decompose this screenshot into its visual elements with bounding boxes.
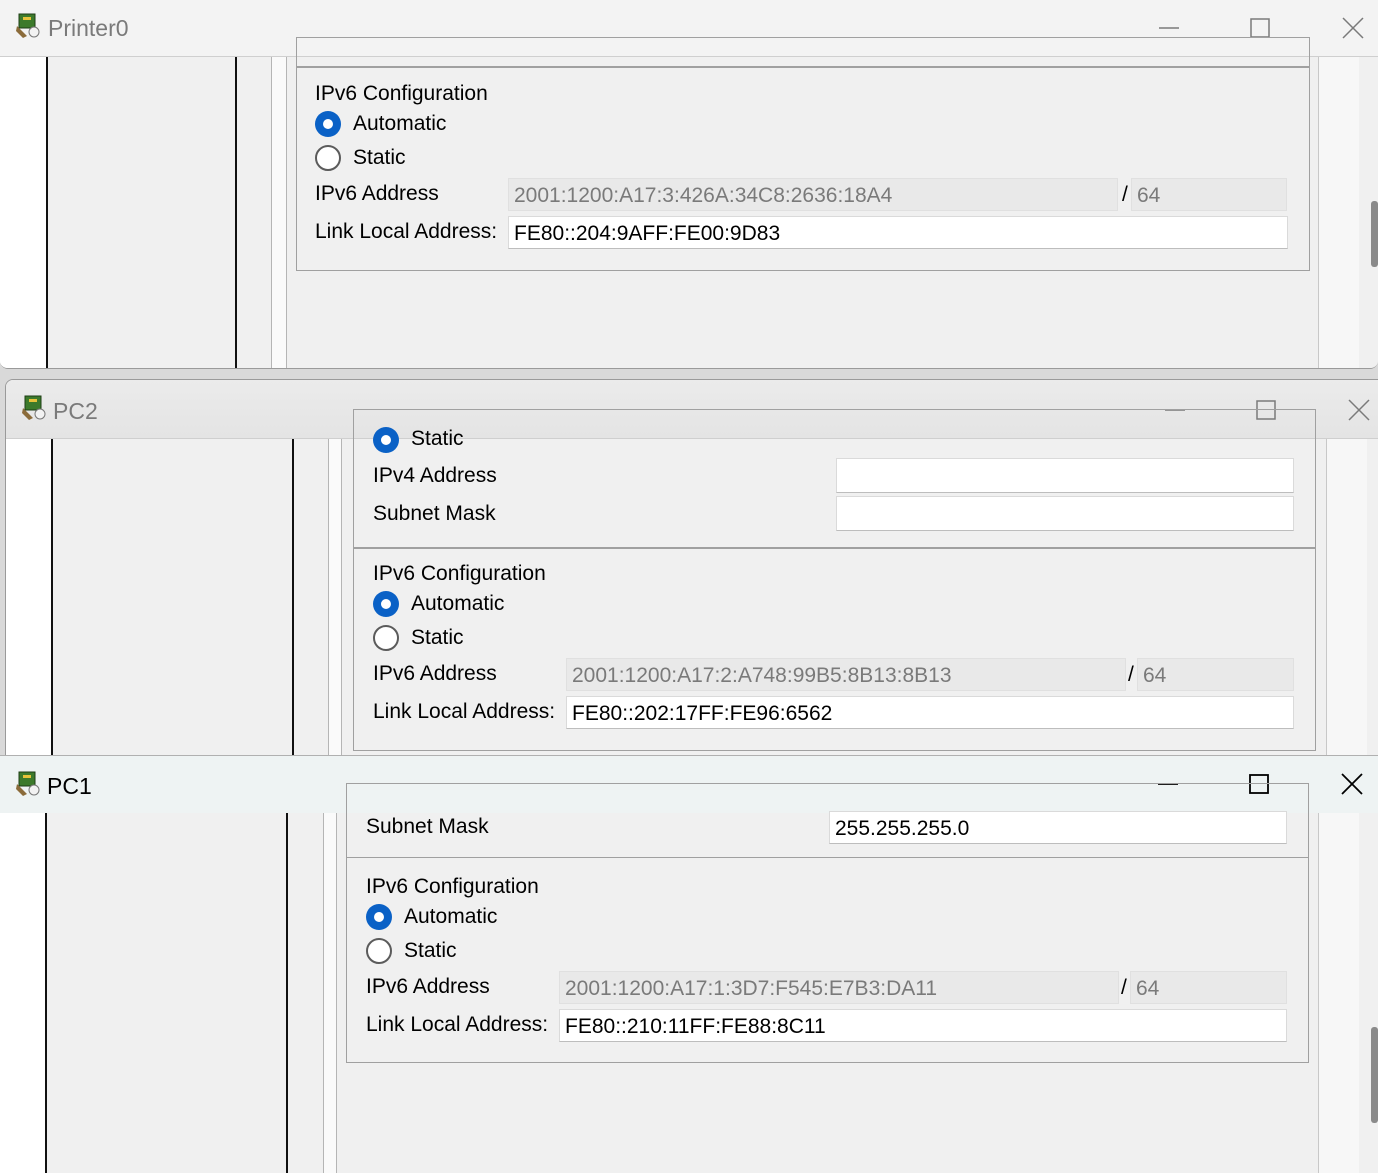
automatic-label[interactable]: Automatic bbox=[411, 592, 504, 616]
prefix-length-field[interactable]: 64 bbox=[1137, 658, 1294, 691]
link-local-label: Link Local Address: bbox=[366, 1013, 549, 1036]
packet-tracer-device-icon bbox=[20, 394, 48, 422]
prefix-length-field[interactable]: 64 bbox=[1131, 178, 1287, 211]
divider bbox=[323, 813, 337, 1173]
ipv6-address-label: IPv6 Address bbox=[366, 975, 490, 998]
scrollbar-thumb[interactable] bbox=[1371, 201, 1378, 267]
automatic-label[interactable]: Automatic bbox=[404, 905, 497, 929]
prefix-separator: / bbox=[1128, 663, 1134, 686]
prefix-separator: / bbox=[1121, 976, 1127, 999]
ipv6-address-field[interactable]: 2001:1200:A17:2:A748:99B5:8B13:8B13 bbox=[566, 658, 1126, 691]
pc1-window: PC1 Subnet Mask 255.255.255.0 IPv6 Confi… bbox=[0, 755, 1378, 1173]
pc1-content: Subnet Mask 255.255.255.0 IPv6 Configura… bbox=[0, 783, 1378, 1173]
prefix-separator: / bbox=[1122, 183, 1128, 206]
link-local-address-field[interactable]: FE80::210:11FF:FE88:8C11 bbox=[559, 1009, 1287, 1042]
packet-tracer-device-icon bbox=[14, 770, 42, 798]
ipv4-groupbox-bottom-edge bbox=[296, 37, 1310, 67]
ipv6-config-heading: IPv6 Configuration bbox=[315, 82, 488, 105]
static-label[interactable]: Static bbox=[404, 939, 457, 963]
static-radio[interactable] bbox=[315, 145, 341, 171]
divider bbox=[286, 813, 288, 1173]
divider bbox=[328, 439, 342, 760]
divider bbox=[1318, 57, 1359, 368]
link-local-address-field[interactable]: FE80::202:17FF:FE96:6562 bbox=[566, 696, 1294, 729]
divider bbox=[51, 439, 53, 760]
close-icon bbox=[1348, 399, 1370, 421]
ipv6-config-heading: IPv6 Configuration bbox=[366, 875, 539, 898]
automatic-radio[interactable] bbox=[315, 111, 341, 137]
sidebar-border bbox=[0, 813, 47, 1173]
close-button[interactable] bbox=[1329, 764, 1375, 804]
automatic-label[interactable]: Automatic bbox=[353, 112, 446, 136]
close-button[interactable] bbox=[1330, 8, 1376, 48]
ipv6-address-field[interactable]: 2001:1200:A17:1:3D7:F545:E7B3:DA11 bbox=[559, 971, 1119, 1004]
static-label[interactable]: Static bbox=[411, 626, 464, 650]
static-radio[interactable] bbox=[373, 625, 399, 651]
divider bbox=[45, 813, 47, 1173]
window-title: PC2 bbox=[53, 398, 98, 424]
close-button[interactable] bbox=[1336, 390, 1378, 430]
window-title: Printer0 bbox=[48, 15, 129, 41]
link-local-label: Link Local Address: bbox=[315, 220, 498, 243]
divider bbox=[46, 57, 48, 368]
printer0-content: IPv6 Configuration Automatic Static IPv6… bbox=[0, 37, 1378, 368]
divider bbox=[292, 439, 294, 760]
ipv6-config-heading: IPv6 Configuration bbox=[373, 562, 546, 585]
close-icon bbox=[1342, 17, 1364, 39]
static-label[interactable]: Static bbox=[353, 146, 406, 170]
divider bbox=[1326, 439, 1367, 760]
automatic-radio[interactable] bbox=[373, 591, 399, 617]
maximize-icon bbox=[1250, 18, 1270, 38]
ipv6-address-label: IPv6 Address bbox=[315, 182, 439, 205]
ipv6-address-field[interactable]: 2001:1200:A17:3:426A:34C8:2636:18A4 bbox=[508, 178, 1118, 211]
ipv4-groupbox bbox=[353, 409, 1316, 549]
sidebar-border bbox=[6, 439, 53, 760]
static-radio[interactable] bbox=[366, 938, 392, 964]
ipv4-groupbox bbox=[346, 783, 1309, 858]
automatic-radio[interactable] bbox=[366, 904, 392, 930]
ipv6-address-label: IPv6 Address bbox=[373, 662, 497, 685]
pc2-content: Static IPv4 Address Subnet Mask IPv6 Con… bbox=[6, 409, 1378, 760]
link-local-address-field[interactable]: FE80::204:9AFF:FE00:9D83 bbox=[508, 216, 1288, 249]
prefix-length-field[interactable]: 64 bbox=[1130, 971, 1287, 1004]
window-title: PC1 bbox=[47, 773, 92, 799]
sidebar-border bbox=[0, 57, 48, 368]
packet-tracer-device-icon bbox=[14, 12, 42, 40]
close-icon bbox=[1341, 773, 1363, 795]
divider bbox=[271, 57, 287, 368]
divider bbox=[235, 57, 237, 368]
divider bbox=[1318, 813, 1359, 1173]
pc2-window: PC2 Static IPv4 Address Subnet Mask IPv6… bbox=[5, 379, 1378, 760]
minimize-icon bbox=[1159, 27, 1179, 29]
scrollbar-thumb[interactable] bbox=[1371, 1027, 1378, 1123]
link-local-label: Link Local Address: bbox=[373, 700, 556, 723]
printer0-window: Printer0 IPv6 Configuration Automatic St… bbox=[0, 0, 1378, 369]
